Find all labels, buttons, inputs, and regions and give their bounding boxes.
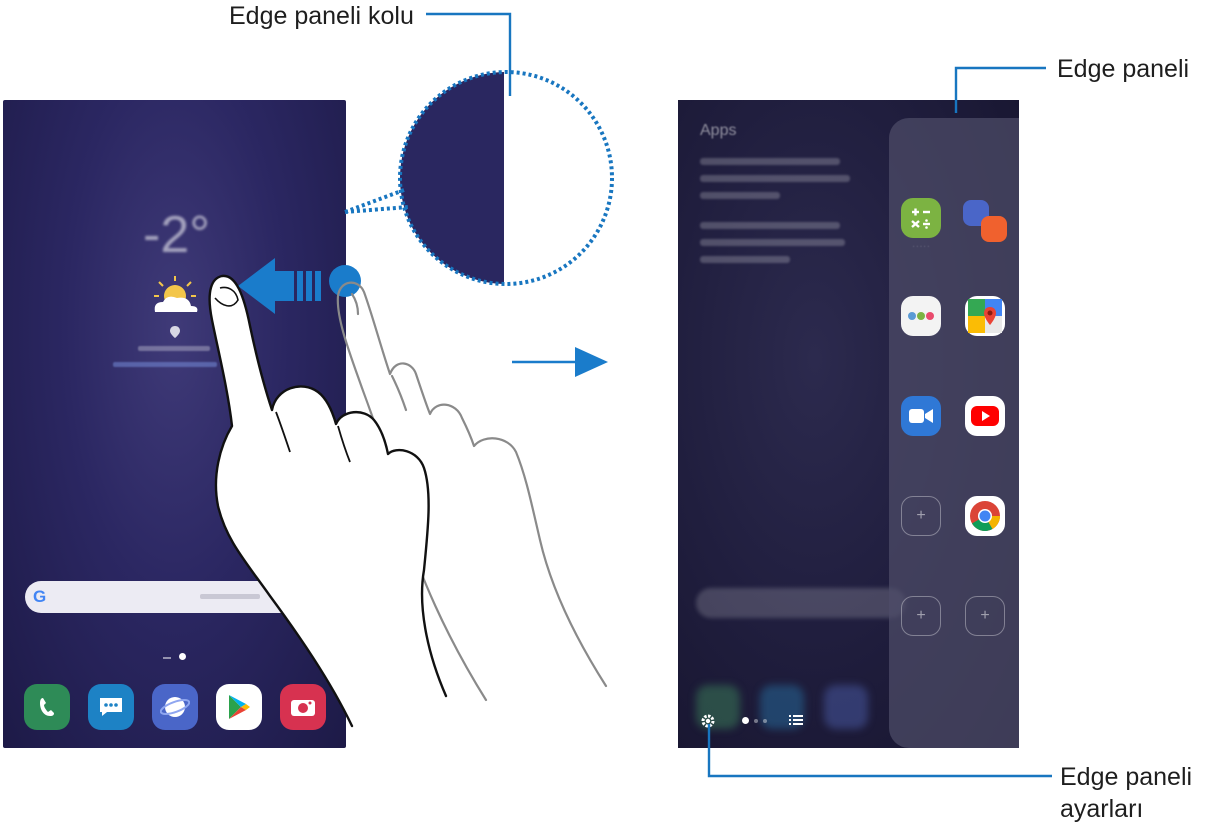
edge-panel-label: Edge paneli	[1057, 55, 1190, 83]
swipe-left-arrow	[238, 258, 321, 314]
touch-point	[329, 265, 361, 297]
magnifier-bubble	[344, 70, 614, 286]
hand-swiping	[208, 274, 448, 728]
callout-lines	[426, 12, 1052, 778]
edge-settings-label-line1: Edge paneli	[1060, 763, 1193, 791]
edge-settings-label-line2: ayarları	[1060, 795, 1144, 823]
transition-arrow	[512, 347, 608, 377]
diagram-overlay	[208, 12, 1052, 778]
edge-handle-label: Edge paneli kolu	[229, 2, 414, 30]
